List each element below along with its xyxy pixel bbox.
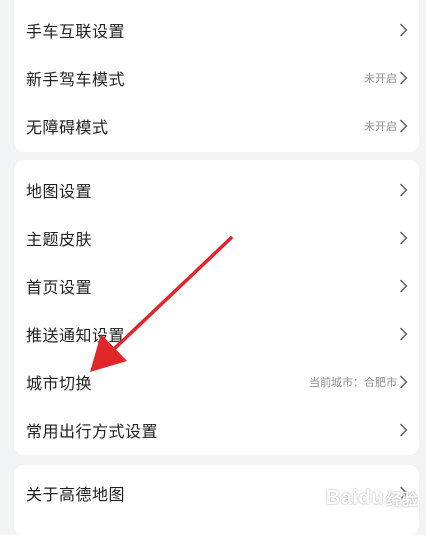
settings-item-label: 推送通知设置 — [26, 326, 126, 345]
settings-group-general: 地图设置 主题皮肤 首页设置 推送通知设置 城市切换 当前城市：合肥市 常用出行… — [14, 160, 419, 455]
settings-item-label: 首页设置 — [26, 278, 93, 297]
settings-item-label: 无障碍模式 — [26, 118, 109, 137]
settings-item-label: 地图设置 — [26, 182, 93, 201]
chevron-right-icon — [399, 119, 409, 133]
baidu-watermark: Baidu 经验 — [326, 486, 418, 510]
settings-item-status: 未开启 — [364, 72, 397, 85]
settings-item-city-switch[interactable]: 城市切换 当前城市：合肥市 — [14, 358, 419, 406]
current-city-value: 当前城市：合肥市 — [309, 376, 397, 389]
settings-item-map[interactable]: 地图设置 — [14, 166, 419, 214]
settings-item-label: 关于高德地图 — [26, 485, 126, 504]
settings-item-novice-mode[interactable]: 新手驾车模式 未开启 — [14, 54, 419, 102]
chevron-right-icon — [399, 71, 409, 85]
settings-item-car-link[interactable]: 手车互联设置 — [14, 6, 419, 54]
settings-item-accessibility[interactable]: 无障碍模式 未开启 — [14, 102, 419, 150]
settings-item-theme[interactable]: 主题皮肤 — [14, 214, 419, 262]
watermark-logo-text: Baidu — [325, 486, 384, 509]
settings-item-status: 未开启 — [364, 120, 397, 133]
chevron-right-icon — [399, 423, 409, 437]
settings-item-travel-mode[interactable]: 常用出行方式设置 — [14, 406, 419, 454]
chevron-right-icon — [399, 375, 409, 389]
settings-item-home[interactable]: 首页设置 — [14, 262, 419, 310]
settings-group-vehicle: 手车互联设置 新手驾车模式 未开启 无障碍模式 未开启 — [14, 0, 419, 152]
chevron-right-icon — [399, 23, 409, 37]
settings-item-label: 主题皮肤 — [26, 230, 93, 249]
settings-item-label: 常用出行方式设置 — [26, 422, 159, 441]
settings-item-push[interactable]: 推送通知设置 — [14, 310, 419, 358]
chevron-right-icon — [399, 327, 409, 341]
chevron-right-icon — [399, 183, 409, 197]
settings-item-label: 城市切换 — [26, 374, 93, 393]
settings-item-label: 手车互联设置 — [26, 22, 126, 41]
chevron-right-icon — [399, 279, 409, 293]
chevron-right-icon — [399, 231, 409, 245]
watermark-sub-text: 经验 — [385, 490, 418, 509]
settings-item-label: 新手驾车模式 — [26, 70, 126, 89]
